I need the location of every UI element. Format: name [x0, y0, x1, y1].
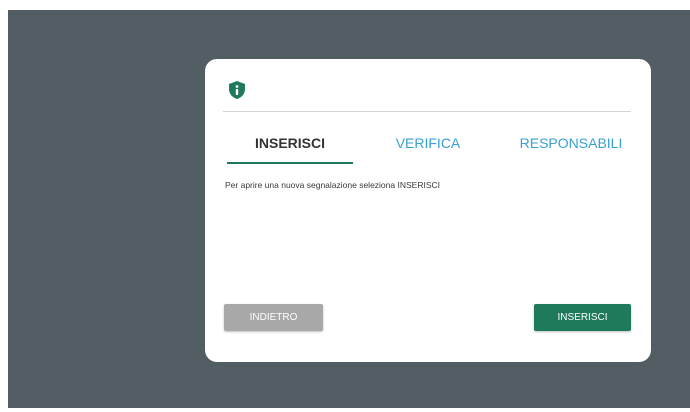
tab-inserisci[interactable]: INSERISCI — [227, 135, 353, 164]
dialog: INSERISCI VERIFICA RESPONSABILI Per apri… — [205, 59, 651, 362]
instruction-text: Per aprire una nuova segnalazione selezi… — [225, 180, 440, 190]
tab-verifica[interactable]: VERIFICA — [373, 135, 483, 162]
header-divider — [223, 111, 631, 112]
tab-bar: INSERISCI VERIFICA RESPONSABILI — [223, 135, 633, 164]
tab-responsabili[interactable]: RESPONSABILI — [509, 135, 633, 162]
shield-info-icon — [229, 81, 245, 99]
insert-button[interactable]: INSERISCI — [534, 304, 631, 331]
back-button[interactable]: INDIETRO — [224, 304, 323, 331]
